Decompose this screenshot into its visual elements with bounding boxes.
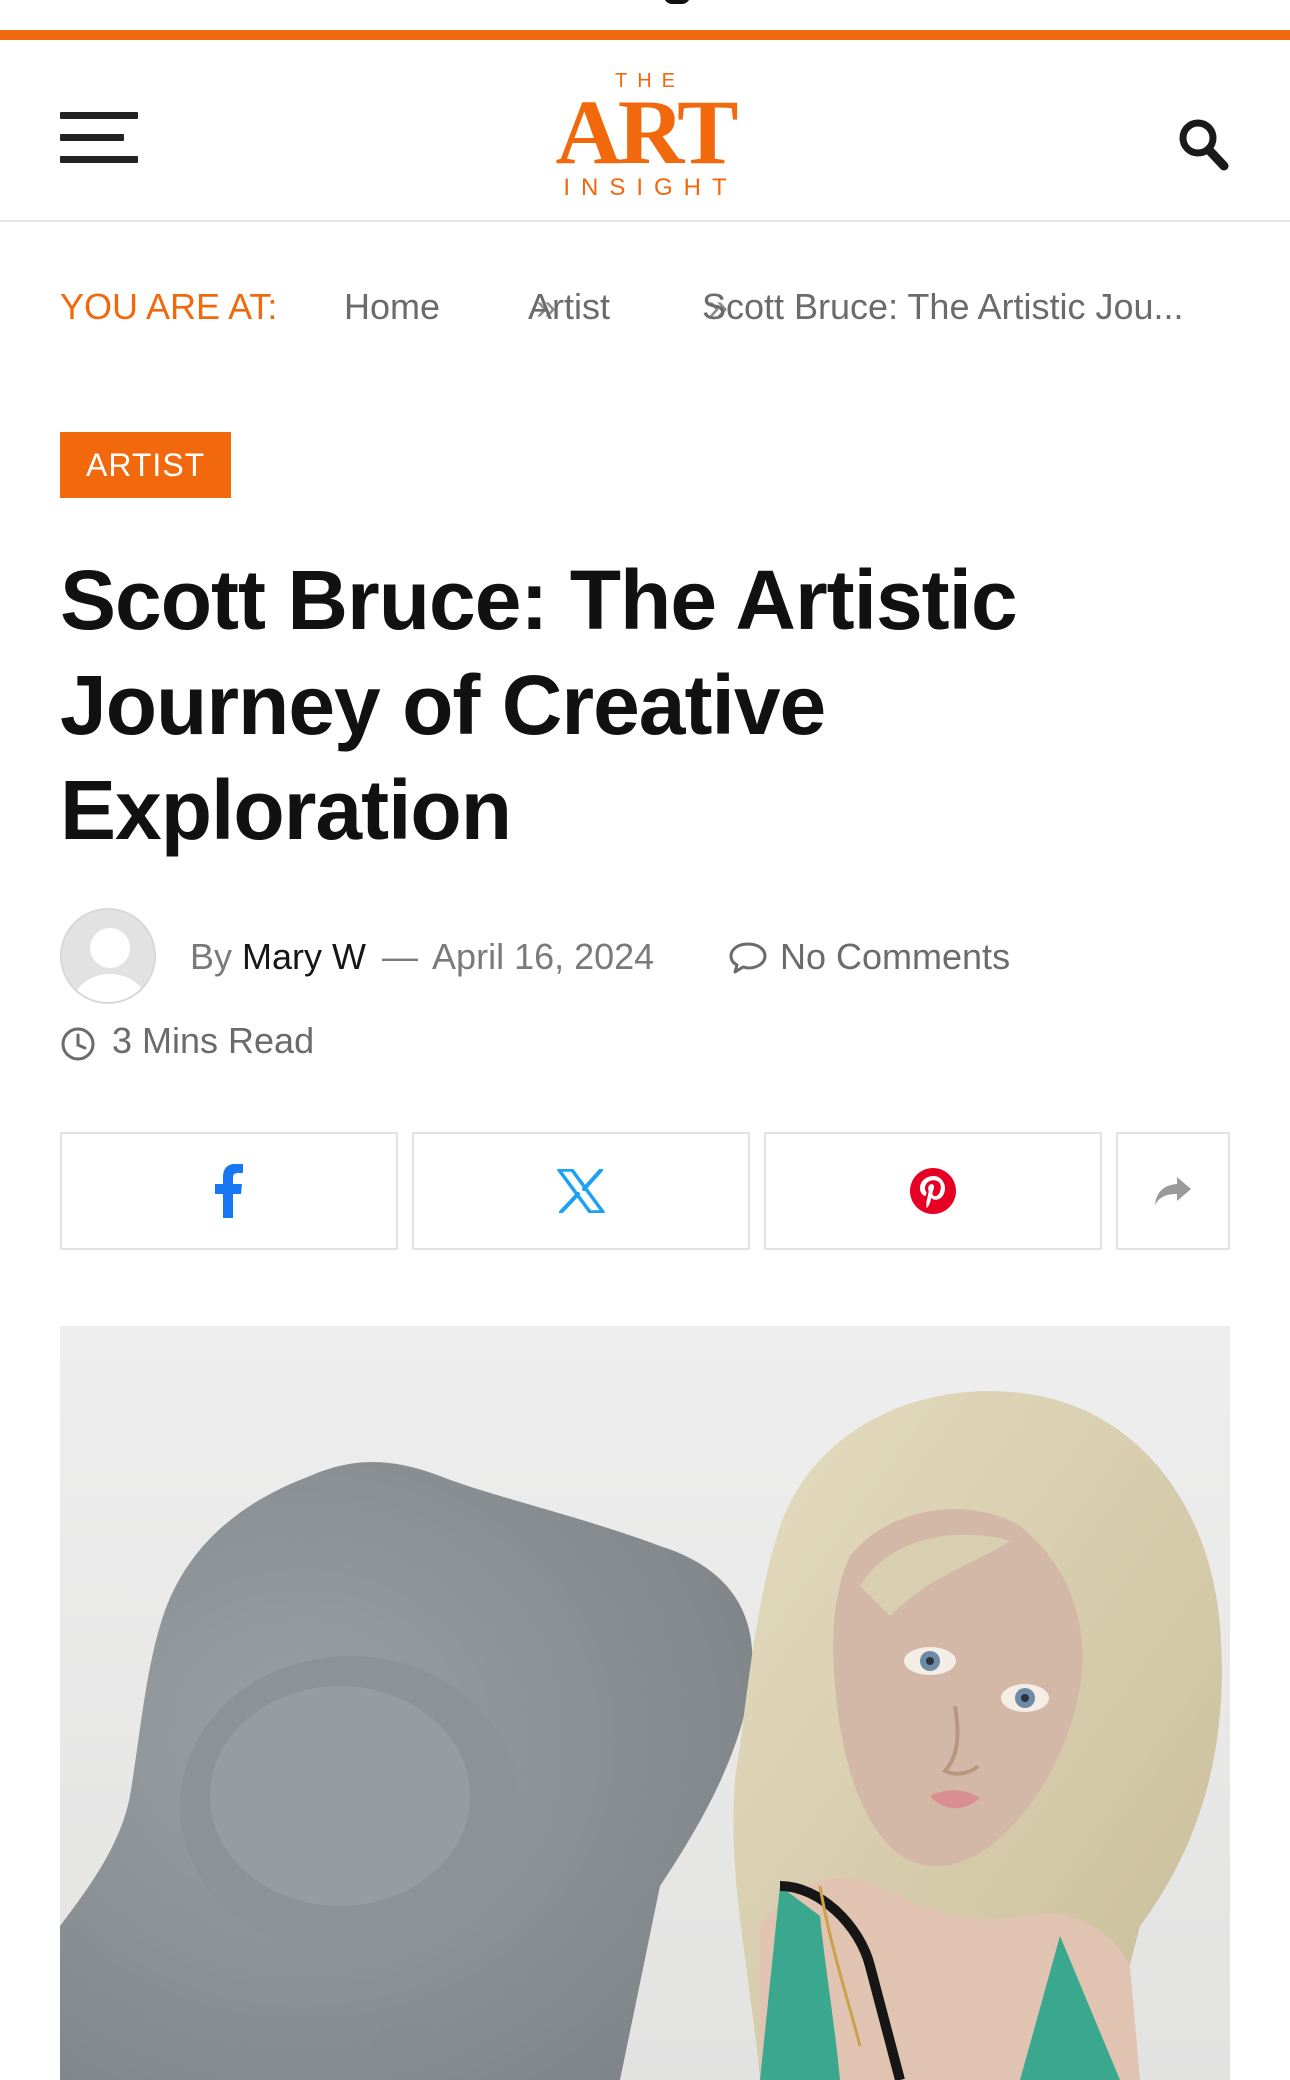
menu-line: [60, 112, 138, 119]
browser-top-strip: [0, 0, 1290, 30]
share-buttons: [60, 1132, 1230, 1250]
x-share-button[interactable]: [412, 1132, 750, 1250]
sculpture-photo: [60, 1326, 1230, 2080]
read-time-label: 3 Mins Read: [112, 1020, 315, 1061]
more-share-button[interactable]: [1116, 1132, 1230, 1250]
byline-dash: —: [382, 936, 419, 977]
pinterest-icon: [910, 1168, 956, 1214]
menu-line: [60, 156, 138, 163]
post-date: April 16, 2024: [432, 936, 655, 977]
comments-label: No Comments: [780, 936, 1011, 977]
facebook-icon: [215, 1164, 243, 1218]
by-label: By: [190, 936, 233, 977]
pinterest-share-button[interactable]: [764, 1132, 1102, 1250]
breadcrumb-artist-link[interactable]: Artist: [528, 282, 610, 332]
facebook-share-button[interactable]: [60, 1132, 398, 1250]
author-link[interactable]: Mary W: [242, 936, 366, 977]
breadcrumb-prefix: YOU ARE AT:: [60, 286, 278, 327]
breadcrumb: YOU ARE AT: Home » Artist » Scott Bruce:…: [60, 282, 1240, 332]
hamburger-menu-icon[interactable]: [60, 112, 138, 166]
site-header: THE ART INSIGHT: [0, 40, 1290, 222]
accent-bar: [0, 30, 1290, 40]
logo-main-text: ART: [555, 81, 738, 183]
menu-line: [60, 134, 124, 141]
search-icon[interactable]: [1176, 116, 1230, 172]
comment-bubble-icon: [729, 942, 767, 974]
x-twitter-icon: [557, 1169, 605, 1213]
clock-icon: [61, 1027, 95, 1061]
share-arrow-icon: [1155, 1177, 1191, 1205]
post-meta: By Mary W — April 16, 2024 No Comments 3…: [60, 908, 1240, 1068]
post-title: Scott Bruce: The Artistic Journey of Cre…: [60, 553, 1018, 857]
breadcrumb-home-link[interactable]: Home: [344, 282, 440, 332]
breadcrumb-current: Scott Bruce: The Artistic Jou...: [702, 286, 1184, 327]
logo-bottom-text: INSIGHT: [563, 174, 738, 201]
page-top-fragment: [664, 0, 690, 4]
category-badge[interactable]: ARTIST: [60, 432, 232, 498]
site-logo[interactable]: THE ART INSIGHT: [545, 70, 745, 201]
hero-image[interactable]: [60, 1326, 1230, 2080]
avatar[interactable]: [60, 908, 156, 1004]
byline: By Mary W — April 16, 2024: [190, 932, 654, 982]
